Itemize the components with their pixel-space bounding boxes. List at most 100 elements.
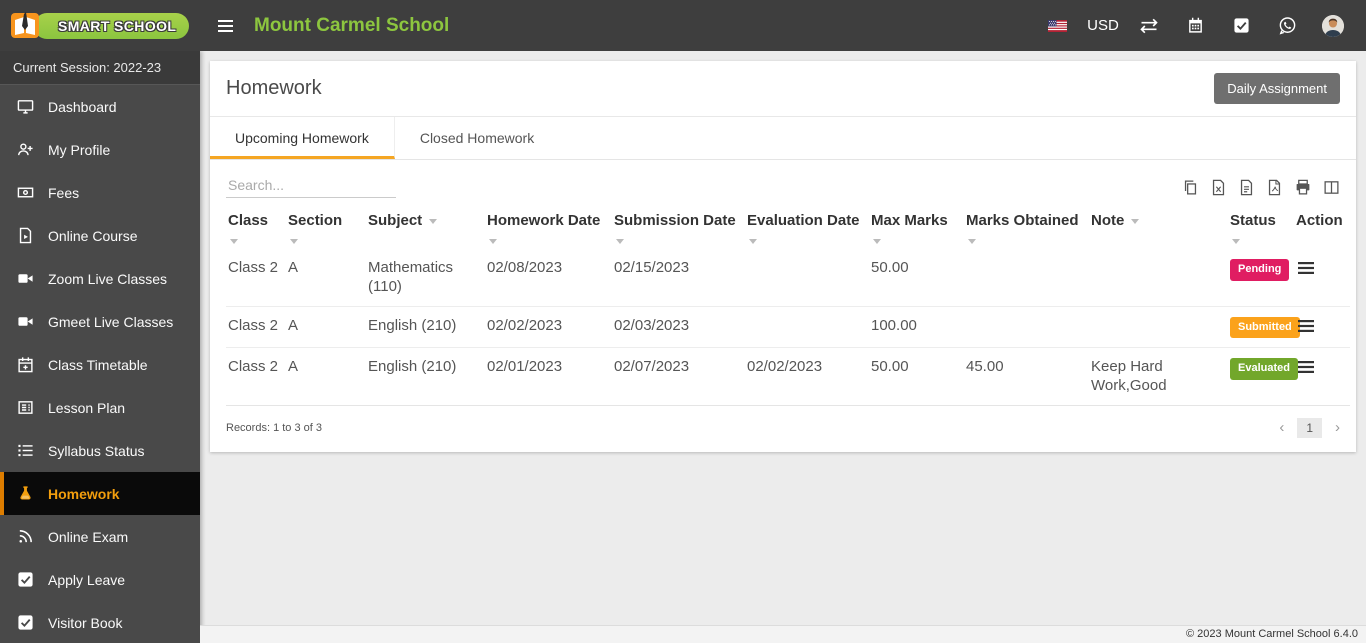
main-content: Homework Daily Assignment Upcoming Homew… — [200, 51, 1366, 625]
sidebar-item-class-timetable[interactable]: Class Timetable — [0, 343, 200, 386]
column-header-submission-date[interactable]: Submission Date — [612, 202, 745, 249]
copy-icon[interactable] — [1182, 179, 1199, 196]
sidebar-item-my-profile[interactable]: My Profile — [0, 128, 200, 171]
table-row: Class 2 A Mathematics (110) 02/08/2023 0… — [226, 249, 1350, 306]
pagination-next-icon[interactable]: › — [1335, 420, 1340, 435]
footer-copyright: © 2023 Mount Carmel School 6.4.0 — [200, 625, 1366, 643]
sort-caret-icon — [1131, 219, 1140, 224]
sidebar-item-gmeet-live-classes[interactable]: Gmeet Live Classes — [0, 300, 200, 343]
sidebar-item-visitor-book[interactable]: Visitor Book — [0, 601, 200, 643]
navbar-actions: USD — [1034, 14, 1366, 37]
sidebar-item-label: Dashboard — [48, 98, 117, 115]
column-visibility-icon[interactable] — [1323, 179, 1340, 196]
sidebar-item-label: Zoom Live Classes — [48, 270, 168, 287]
column-header-homework-date[interactable]: Homework Date — [485, 202, 612, 249]
money-icon — [17, 187, 34, 198]
currency-selector[interactable]: USD — [1080, 17, 1126, 34]
calendar-icon[interactable] — [1172, 17, 1218, 34]
avatar[interactable] — [1310, 14, 1356, 37]
status-badge: Evaluated — [1230, 358, 1298, 380]
page-title: Homework — [226, 77, 322, 99]
status-badge: Submitted — [1230, 316, 1300, 339]
export-toolbar — [1182, 179, 1340, 198]
sidebar-item-label: Apply Leave — [48, 571, 126, 588]
daily-assignment-button[interactable]: Daily Assignment — [1214, 73, 1340, 104]
task-check-icon[interactable] — [1218, 17, 1264, 34]
sidebar-item-label: My Profile — [48, 141, 111, 158]
sort-caret-icon — [290, 239, 298, 244]
status-badge: Pending — [1230, 259, 1290, 281]
sidebar-item-label: Online Exam — [48, 528, 129, 545]
school-title: Mount Carmel School — [254, 14, 450, 36]
column-header-action: Action — [1296, 212, 1343, 229]
sidebar-item-label: Class Timetable — [48, 356, 148, 373]
sidebar-item-label: Gmeet Live Classes — [48, 313, 174, 330]
video-camera-icon — [18, 274, 33, 283]
pdf-export-icon[interactable] — [1266, 179, 1283, 196]
records-summary: Records: 1 to 3 of 3 — [226, 421, 322, 434]
sort-caret-icon — [749, 239, 757, 244]
column-header-section[interactable]: Section — [286, 202, 366, 249]
whatsapp-icon[interactable] — [1264, 16, 1310, 35]
column-header-note[interactable]: Note — [1089, 202, 1228, 249]
column-header-max-marks[interactable]: Max Marks — [869, 202, 964, 249]
row-action-menu-icon[interactable] — [1296, 259, 1316, 277]
sidebar-item-label: Homework — [48, 485, 120, 502]
check-square-icon — [18, 572, 33, 587]
row-action-menu-icon[interactable] — [1296, 358, 1316, 376]
sidebar-item-fees[interactable]: Fees — [0, 171, 200, 214]
column-header-subject[interactable]: Subject — [366, 202, 485, 249]
sidebar-item-online-exam[interactable]: Online Exam — [0, 515, 200, 558]
sidebar-item-homework[interactable]: Homework — [0, 472, 200, 515]
us-flag-icon[interactable] — [1034, 19, 1080, 32]
current-session-label: Current Session: 2022-23 — [0, 51, 200, 85]
sidebar-item-dashboard[interactable]: Dashboard — [0, 85, 200, 128]
table-header-row: Class Section Subject Homework Date Subm… — [226, 202, 1350, 249]
check-square-icon — [18, 615, 33, 630]
excel-export-icon[interactable] — [1210, 179, 1227, 196]
monitor-icon — [17, 100, 34, 114]
sort-caret-icon — [873, 239, 881, 244]
sort-caret-icon — [489, 239, 497, 244]
book-logo-icon — [11, 12, 39, 38]
row-action-menu-icon[interactable] — [1296, 317, 1316, 335]
sort-caret-icon — [616, 239, 624, 244]
tab-upcoming-homework[interactable]: Upcoming Homework — [210, 117, 395, 159]
sidebar-item-label: Visitor Book — [48, 614, 123, 631]
sidebar-item-label: Syllabus Status — [48, 442, 145, 459]
pagination: ‹ 1 › — [1279, 417, 1340, 438]
homework-table: Class Section Subject Homework Date Subm… — [226, 202, 1350, 406]
column-header-evaluation-date[interactable]: Evaluation Date — [745, 202, 869, 249]
sidebar: Current Session: 2022-23 Dashboard My Pr… — [0, 51, 200, 643]
sort-caret-icon — [429, 219, 438, 224]
sidebar-item-online-course[interactable]: Online Course — [0, 214, 200, 257]
brand-name: SMART SCHOOL — [34, 12, 190, 39]
calendar-plus-icon — [18, 357, 33, 373]
print-icon[interactable] — [1294, 179, 1312, 196]
list-icon — [18, 444, 33, 457]
swap-arrows-icon[interactable] — [1126, 18, 1172, 34]
sidebar-item-apply-leave[interactable]: Apply Leave — [0, 558, 200, 601]
tab-closed-homework[interactable]: Closed Homework — [395, 117, 559, 159]
flask-icon — [20, 486, 31, 500]
column-header-marks-obtained[interactable]: Marks Obtained — [964, 202, 1089, 249]
column-header-status[interactable]: Status — [1228, 202, 1294, 249]
hamburger-menu-icon[interactable] — [214, 16, 237, 36]
sidebar-item-label: Fees — [48, 184, 80, 201]
pagination-prev-icon[interactable]: ‹ — [1279, 420, 1284, 435]
csv-export-icon[interactable] — [1238, 179, 1255, 196]
brand-logo[interactable]: SMART SCHOOL — [0, 0, 200, 51]
sidebar-item-syllabus-status[interactable]: Syllabus Status — [0, 429, 200, 472]
search-input[interactable] — [226, 173, 396, 198]
sidebar-item-zoom-live-classes[interactable]: Zoom Live Classes — [0, 257, 200, 300]
user-plus-icon — [18, 143, 33, 156]
file-video-icon — [19, 227, 32, 244]
pagination-current-page[interactable]: 1 — [1297, 417, 1322, 438]
lesson-plan-icon — [18, 401, 33, 414]
sidebar-item-lesson-plan[interactable]: Lesson Plan — [0, 386, 200, 429]
sidebar-item-label: Online Course — [48, 227, 138, 244]
video-camera-icon — [18, 317, 33, 326]
sort-caret-icon — [230, 239, 238, 244]
sidebar-item-label: Lesson Plan — [48, 399, 126, 416]
column-header-class[interactable]: Class — [226, 202, 286, 249]
